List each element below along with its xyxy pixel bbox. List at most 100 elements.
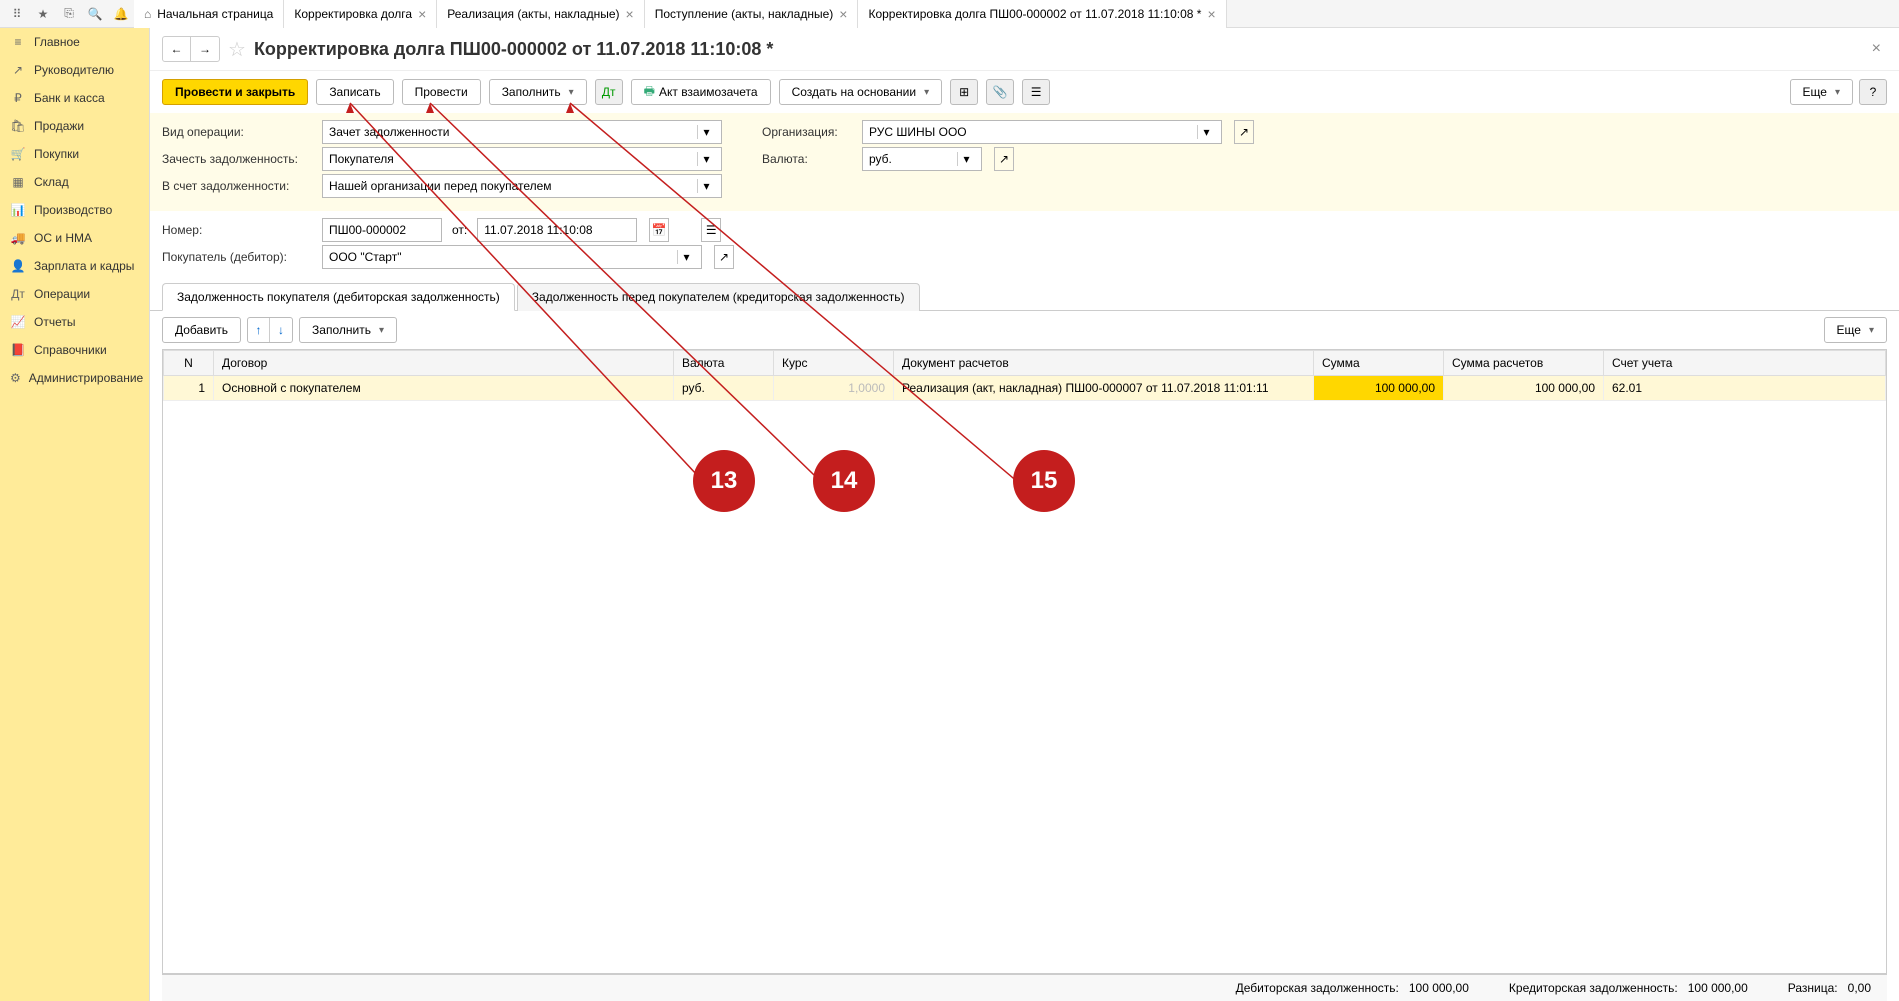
sidebar-label: Операции bbox=[34, 287, 90, 301]
forward-button[interactable]: → bbox=[191, 37, 219, 61]
col-n[interactable]: N bbox=[164, 351, 214, 376]
sidebar-item-purchases[interactable]: 🛒Покупки bbox=[0, 140, 149, 168]
create-based-button[interactable]: Создать на основании bbox=[779, 79, 943, 105]
open-buyer-button[interactable]: ↗ bbox=[714, 245, 734, 269]
status-value: 100 000,00 bbox=[1409, 981, 1469, 995]
window-tabs: ⌂ Начальная страница Корректировка долга… bbox=[134, 0, 1227, 28]
tab-debit[interactable]: Задолженность покупателя (дебиторская за… bbox=[162, 283, 515, 311]
sidebar-item-production[interactable]: 📊Производство bbox=[0, 196, 149, 224]
close-icon[interactable]: × bbox=[1207, 6, 1215, 22]
offset-select[interactable]: Покупателя ▾ bbox=[322, 147, 722, 171]
close-icon[interactable]: × bbox=[418, 6, 426, 22]
dtkt-button[interactable]: Дт bbox=[595, 79, 623, 105]
dropdown-icon[interactable]: ▾ bbox=[697, 152, 715, 166]
open-currency-button[interactable]: ↗ bbox=[994, 147, 1014, 171]
against-value: Нашей организации перед покупателем bbox=[329, 179, 697, 193]
post-button[interactable]: Провести bbox=[402, 79, 481, 105]
calendar-button[interactable]: 📅 bbox=[649, 218, 669, 242]
report-icon: 📈 bbox=[10, 315, 26, 329]
book-icon: 📕 bbox=[10, 343, 26, 357]
dropdown-icon[interactable]: ▾ bbox=[1197, 125, 1215, 139]
sidebar-item-warehouse[interactable]: ▦Склад bbox=[0, 168, 149, 196]
move-down-button[interactable]: ↓ bbox=[270, 318, 292, 342]
tab-realization[interactable]: Реализация (акты, накладные) × bbox=[437, 0, 644, 28]
tab-home[interactable]: ⌂ Начальная страница bbox=[134, 0, 284, 28]
sidebar-item-assets[interactable]: 🚚ОС и НМА bbox=[0, 224, 149, 252]
against-select[interactable]: Нашей организации перед покупателем ▾ bbox=[322, 174, 722, 198]
date-label: от: bbox=[452, 223, 467, 237]
table-fill-button[interactable]: Заполнить bbox=[299, 317, 397, 343]
dropdown-icon[interactable]: ▾ bbox=[677, 250, 695, 264]
sidebar-item-bank[interactable]: ₽Банк и касса bbox=[0, 84, 149, 112]
op-type-value: Зачет задолженности bbox=[329, 125, 697, 139]
list-button[interactable]: ☰ bbox=[1022, 79, 1050, 105]
op-type-select[interactable]: Зачет задолженности ▾ bbox=[322, 120, 722, 144]
col-currency[interactable]: Валюта bbox=[674, 351, 774, 376]
sidebar-item-sales[interactable]: 🛍Продажи bbox=[0, 112, 149, 140]
sidebar-item-reports[interactable]: 📈Отчеты bbox=[0, 308, 149, 336]
date-extra-button[interactable]: ☰ bbox=[701, 218, 721, 242]
fill-button[interactable]: Заполнить bbox=[489, 79, 587, 105]
bell-icon[interactable]: 🔔 bbox=[108, 1, 134, 27]
save-button[interactable]: Записать bbox=[316, 79, 393, 105]
col-doc[interactable]: Документ расчетов bbox=[894, 351, 1314, 376]
close-icon[interactable]: × bbox=[626, 6, 634, 22]
search-icon[interactable]: 🔍 bbox=[82, 1, 108, 27]
number-input[interactable]: ПШ00-000002 bbox=[322, 218, 442, 242]
sidebar-item-manager[interactable]: ↗ Руководителю bbox=[0, 56, 149, 84]
tab-receipt[interactable]: Поступление (акты, накладные) × bbox=[645, 0, 859, 28]
sidebar-label: ОС и НМА bbox=[34, 231, 92, 245]
help-button[interactable]: ? bbox=[1859, 79, 1887, 105]
clipboard-icon[interactable]: ⎘ bbox=[56, 1, 82, 27]
table-row[interactable]: 1 Основной с покупателем руб. 1,0000 Реа… bbox=[164, 376, 1886, 401]
star-icon[interactable]: ★ bbox=[30, 1, 56, 27]
chart-icon: ↗ bbox=[10, 63, 26, 77]
col-calc-amount[interactable]: Сумма расчетов bbox=[1444, 351, 1604, 376]
ruble-icon: ₽ bbox=[10, 91, 26, 105]
add-row-button[interactable]: Добавить bbox=[162, 317, 241, 343]
attach-button[interactable]: 📎 bbox=[986, 79, 1014, 105]
act-label: Акт взаимозачета bbox=[659, 85, 758, 99]
sidebar-item-catalogs[interactable]: 📕Справочники bbox=[0, 336, 149, 364]
page-header: ← → ☆ Корректировка долга ПШ00-000002 от… bbox=[150, 28, 1899, 71]
sidebar-item-salary[interactable]: 👤Зарплата и кадры bbox=[0, 252, 149, 280]
close-icon[interactable]: × bbox=[839, 6, 847, 22]
against-label: В счет задолженности: bbox=[162, 179, 312, 193]
sidebar-item-main[interactable]: ≡Главное bbox=[0, 28, 149, 56]
date-input[interactable]: 11.07.2018 11:10:08 bbox=[477, 218, 637, 242]
tab-current-doc[interactable]: Корректировка долга ПШ00-000002 от 11.07… bbox=[858, 0, 1226, 28]
post-and-close-button[interactable]: Провести и закрыть bbox=[162, 79, 308, 105]
open-org-button[interactable]: ↗ bbox=[1234, 120, 1254, 144]
apps-icon[interactable]: ⠿ bbox=[4, 1, 30, 27]
sidebar-label: Руководителю bbox=[34, 63, 114, 77]
act-button[interactable]: 🖶Акт взаимозачета bbox=[631, 79, 771, 105]
sidebar-item-admin[interactable]: ⚙Администрирование bbox=[0, 364, 149, 392]
dropdown-icon[interactable]: ▾ bbox=[697, 125, 715, 139]
more-button[interactable]: Еще bbox=[1790, 79, 1853, 105]
callout-marker-14: 14 bbox=[813, 450, 875, 512]
table-more-button[interactable]: Еще bbox=[1824, 317, 1887, 343]
tab-credit[interactable]: Задолженность перед покупателем (кредито… bbox=[517, 283, 920, 311]
document-tabs: Задолженность покупателя (дебиторская за… bbox=[150, 282, 1899, 311]
dtkt-icon: Дт bbox=[10, 287, 26, 301]
close-document-button[interactable]: × bbox=[1866, 40, 1887, 58]
col-contract[interactable]: Договор bbox=[214, 351, 674, 376]
sidebar-item-operations[interactable]: Дт Операции bbox=[0, 280, 149, 308]
org-select[interactable]: РУС ШИНЫ ООО ▾ bbox=[862, 120, 1222, 144]
callout-marker-13: 13 bbox=[693, 450, 755, 512]
structure-button[interactable]: ⊞ bbox=[950, 79, 978, 105]
currency-select[interactable]: руб. ▾ bbox=[862, 147, 982, 171]
col-amount[interactable]: Сумма bbox=[1314, 351, 1444, 376]
back-button[interactable]: ← bbox=[163, 37, 191, 61]
favorite-star-icon[interactable]: ☆ bbox=[228, 37, 246, 62]
dropdown-icon[interactable]: ▾ bbox=[957, 152, 975, 166]
form-plain-area: Номер: ПШ00-000002 от: 11.07.2018 11:10:… bbox=[150, 211, 1899, 282]
buyer-select[interactable]: ООО "Старт" ▾ bbox=[322, 245, 702, 269]
move-up-button[interactable]: ↑ bbox=[248, 318, 270, 342]
home-icon: ⌂ bbox=[144, 7, 151, 21]
col-account[interactable]: Счет учета bbox=[1604, 351, 1886, 376]
col-rate[interactable]: Курс bbox=[774, 351, 894, 376]
bag-icon: 🛍 bbox=[10, 119, 26, 133]
dropdown-icon[interactable]: ▾ bbox=[697, 179, 715, 193]
tab-debt-adj[interactable]: Корректировка долга × bbox=[284, 0, 437, 28]
